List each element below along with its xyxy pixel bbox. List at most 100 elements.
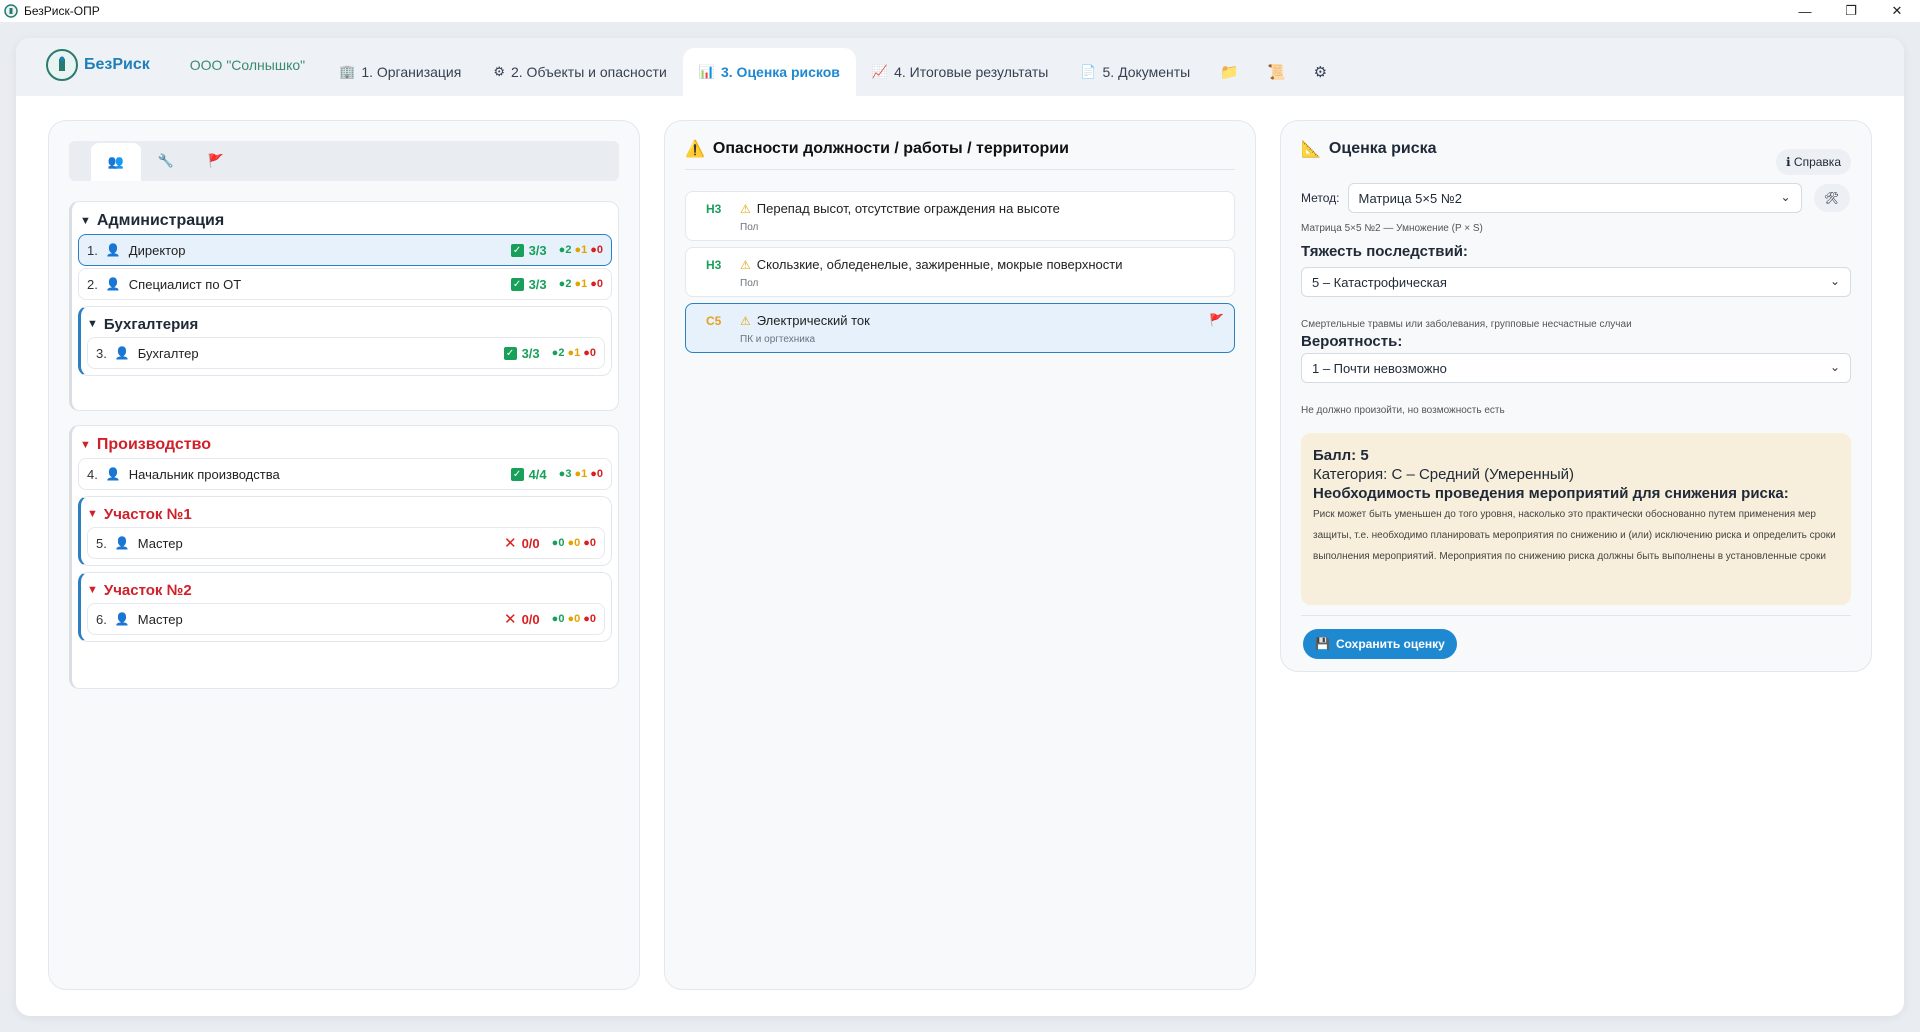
brand[interactable]: БезРиск bbox=[46, 38, 150, 96]
tab-objects-hazards[interactable]: ⚙ 2. Объекты и опасности bbox=[477, 48, 682, 96]
scroll-icon[interactable]: 📜 bbox=[1253, 48, 1300, 96]
count-low: 2 bbox=[558, 347, 565, 359]
severity-value: 5 – Катастрофическая bbox=[1312, 274, 1447, 290]
warning-icon: ⚠ bbox=[740, 313, 751, 328]
measures-need-line: Необходимость проведения мероприятий для… bbox=[1313, 485, 1789, 502]
risk-counts: ●2 ●1 ●0 bbox=[558, 278, 603, 290]
category-line: Категория: С – Средний (Умеренный) bbox=[1313, 466, 1575, 483]
subgroup-title-text: Участок №1 bbox=[103, 505, 192, 523]
window-titlebar: БезРиск-ОПР — ❐ ✕ bbox=[0, 0, 1920, 22]
count-high: 0 bbox=[596, 244, 603, 256]
hazard-item[interactable]: Н3 ⚠ Перепад высот, отсутствие ограждени… bbox=[685, 191, 1235, 241]
severity-hint: Смертельные травмы или заболевания, груп… bbox=[1301, 319, 1632, 330]
subgroup-title[interactable]: ▼ Бухгалтерия bbox=[81, 307, 611, 335]
list-item[interactable]: 1. 👤 Директор ✓ 3/3 ●2 ●1 ●0 bbox=[78, 234, 612, 266]
hazard-title: ⚠ Электрический ток bbox=[740, 313, 870, 328]
count-high: 0 bbox=[589, 613, 596, 625]
item-number: 3. bbox=[96, 345, 107, 361]
assessed-ratio: 0/0 bbox=[521, 611, 540, 627]
list-item[interactable]: 2. 👤 Специалист по ОТ ✓ 3/3 ●2 ●1 ●0 bbox=[78, 268, 612, 300]
caret-down-icon: ▼ bbox=[87, 318, 98, 330]
probability-label: Вероятность: bbox=[1301, 333, 1403, 350]
group-title[interactable]: ▼ Администрация bbox=[72, 202, 618, 232]
method-hint: Матрица 5×5 №2 — Умножение (P × S) bbox=[1301, 223, 1483, 234]
list-item[interactable]: 4. 👤 Начальник производства ✓ 4/4 ●3 ●1 … bbox=[78, 458, 612, 490]
hazard-item[interactable]: С5 ⚠ Электрический ток ПК и оргтехника 🚩 bbox=[685, 303, 1235, 353]
maximize-button[interactable]: ❐ bbox=[1828, 0, 1874, 22]
item-name: Мастер bbox=[137, 611, 183, 627]
caret-down-icon: ▼ bbox=[80, 439, 91, 451]
wrench-icon[interactable]: 🔧 bbox=[141, 144, 191, 178]
panel-title: 📐 Оценка риска bbox=[1301, 139, 1437, 159]
severity-select[interactable]: 5 – Катастрофическая ⌄ bbox=[1301, 267, 1851, 297]
list-item[interactable]: 5. 👤 Мастер ✕ 0/0 ●0 ●0 ●0 bbox=[87, 527, 605, 559]
subgroup-title[interactable]: ▼ Участок №1 bbox=[81, 497, 611, 525]
caret-down-icon: ▼ bbox=[87, 508, 98, 520]
save-label: Сохранить оценку bbox=[1335, 637, 1445, 651]
tools-button[interactable]: 🛠 bbox=[1813, 184, 1850, 212]
hazard-item[interactable]: Н3 ⚠ Скользкие, обледенелые, зажиренные,… bbox=[685, 247, 1235, 297]
folder-icon[interactable]: 📁 bbox=[1206, 48, 1253, 96]
count-high: 0 bbox=[596, 278, 603, 290]
measures-flag-icon[interactable]: 🚩 bbox=[1209, 313, 1224, 327]
list-item[interactable]: 6. 👤 Мастер ✕ 0/0 ●0 ●0 ●0 bbox=[87, 603, 605, 635]
subgroup-accounting: ▼ Бухгалтерия 3. 👤 Бухгалтер ✓ 3/3 ●2 ●1… bbox=[78, 306, 612, 376]
hazard-code: Н3 bbox=[706, 258, 722, 272]
tab-results[interactable]: 📈 4. Итоговые результаты bbox=[856, 48, 1064, 96]
item-name: Начальник производства bbox=[128, 466, 280, 482]
chevron-down-icon: ⌄ bbox=[1829, 360, 1840, 374]
method-value: Матрица 5×5 №2 bbox=[1358, 190, 1463, 206]
tab-label: 5. Документы bbox=[1102, 64, 1191, 80]
building-icon: 🏢 bbox=[339, 64, 356, 79]
top-nav: БезРиск ООО "Солнышко" 🏢 1. Организация … bbox=[16, 38, 1904, 96]
hazards-panel: ⚠️ Опасности должности / работы / террит… bbox=[664, 120, 1256, 990]
app-window: БезРиск ООО "Солнышко" 🏢 1. Организация … bbox=[16, 38, 1904, 1016]
cross-icon: ✕ bbox=[504, 535, 517, 552]
list-item[interactable]: 3. 👤 Бухгалтер ✓ 3/3 ●2 ●1 ●0 bbox=[87, 337, 605, 369]
settings-icon[interactable]: ⚙ bbox=[1300, 48, 1341, 96]
assessed-ratio: 3/3 bbox=[528, 242, 547, 258]
person-icon: 👤 bbox=[105, 277, 121, 291]
probability-value: 1 – Почти невозможно bbox=[1312, 360, 1447, 376]
subgroup-title[interactable]: ▼ Участок №2 bbox=[81, 573, 611, 601]
person-icon: 👤 bbox=[105, 243, 121, 257]
flag-icon[interactable]: 🚩 bbox=[191, 144, 241, 178]
person-icon: 👤 bbox=[105, 467, 121, 481]
triangle-ruler-icon: 📐 bbox=[1301, 141, 1321, 158]
tab-documents[interactable]: 📄 5. Документы bbox=[1064, 48, 1206, 96]
warning-icon: ⚠ bbox=[740, 201, 751, 216]
hazard-code: Н3 bbox=[706, 202, 722, 216]
subgroup-section-1: ▼ Участок №1 5. 👤 Мастер ✕ 0/0 ●0 ●0 ●0 bbox=[78, 496, 612, 566]
minimize-button[interactable]: — bbox=[1782, 0, 1828, 22]
org-name[interactable]: ООО "Солнышко" bbox=[190, 38, 305, 96]
hazard-object: ПК и оргтехника bbox=[740, 334, 815, 345]
count-high: 0 bbox=[596, 468, 603, 480]
hazard-title: ⚠ Скользкие, обледенелые, зажиренные, мо… bbox=[740, 257, 1122, 272]
tab-organization[interactable]: 🏢 1. Организация bbox=[323, 48, 477, 96]
group-title-text: Производство bbox=[96, 436, 211, 453]
app-logo-icon bbox=[4, 4, 18, 18]
probability-select[interactable]: 1 – Почти невозможно ⌄ bbox=[1301, 353, 1851, 383]
subgroup-section-2: ▼ Участок №2 6. 👤 Мастер ✕ 0/0 ●0 ●0 ●0 bbox=[78, 572, 612, 642]
close-button[interactable]: ✕ bbox=[1874, 0, 1920, 22]
filter-tabs: 👥 🔧 🚩 bbox=[69, 141, 619, 181]
save-assessment-button[interactable]: 💾 Сохранить оценку bbox=[1303, 629, 1457, 659]
risk-counts: ●3 ●1 ●0 bbox=[558, 468, 603, 480]
risk-counts: ●2 ●1 ●0 bbox=[558, 244, 603, 256]
risk-counts: ●0 ●0 ●0 bbox=[551, 537, 596, 549]
item-number: 5. bbox=[96, 535, 107, 551]
brand-name: БезРиск bbox=[84, 56, 150, 73]
caret-down-icon: ▼ bbox=[80, 215, 91, 227]
item-name: Бухгалтер bbox=[137, 345, 199, 361]
method-row: Метод: Матрица 5×5 №2 ⌄ 🛠 bbox=[1301, 183, 1851, 213]
hazard-object: Пол bbox=[740, 222, 759, 233]
group-title[interactable]: ▼ Производство bbox=[72, 426, 618, 456]
people-icon[interactable]: 👥 bbox=[91, 143, 141, 181]
brand-logo-icon bbox=[46, 49, 78, 81]
hazard-code: С5 bbox=[706, 314, 722, 328]
positions-panel: 👥 🔧 🚩 ▼ Администрация 1. 👤 Директор ✓ 3/… bbox=[48, 120, 640, 990]
method-select[interactable]: Матрица 5×5 №2 ⌄ bbox=[1347, 183, 1802, 213]
help-button[interactable]: ℹ Справка bbox=[1776, 149, 1851, 175]
tab-risk-assessment[interactable]: 📊 3. Оценка рисков bbox=[682, 48, 856, 96]
count-high: 0 bbox=[589, 347, 596, 359]
